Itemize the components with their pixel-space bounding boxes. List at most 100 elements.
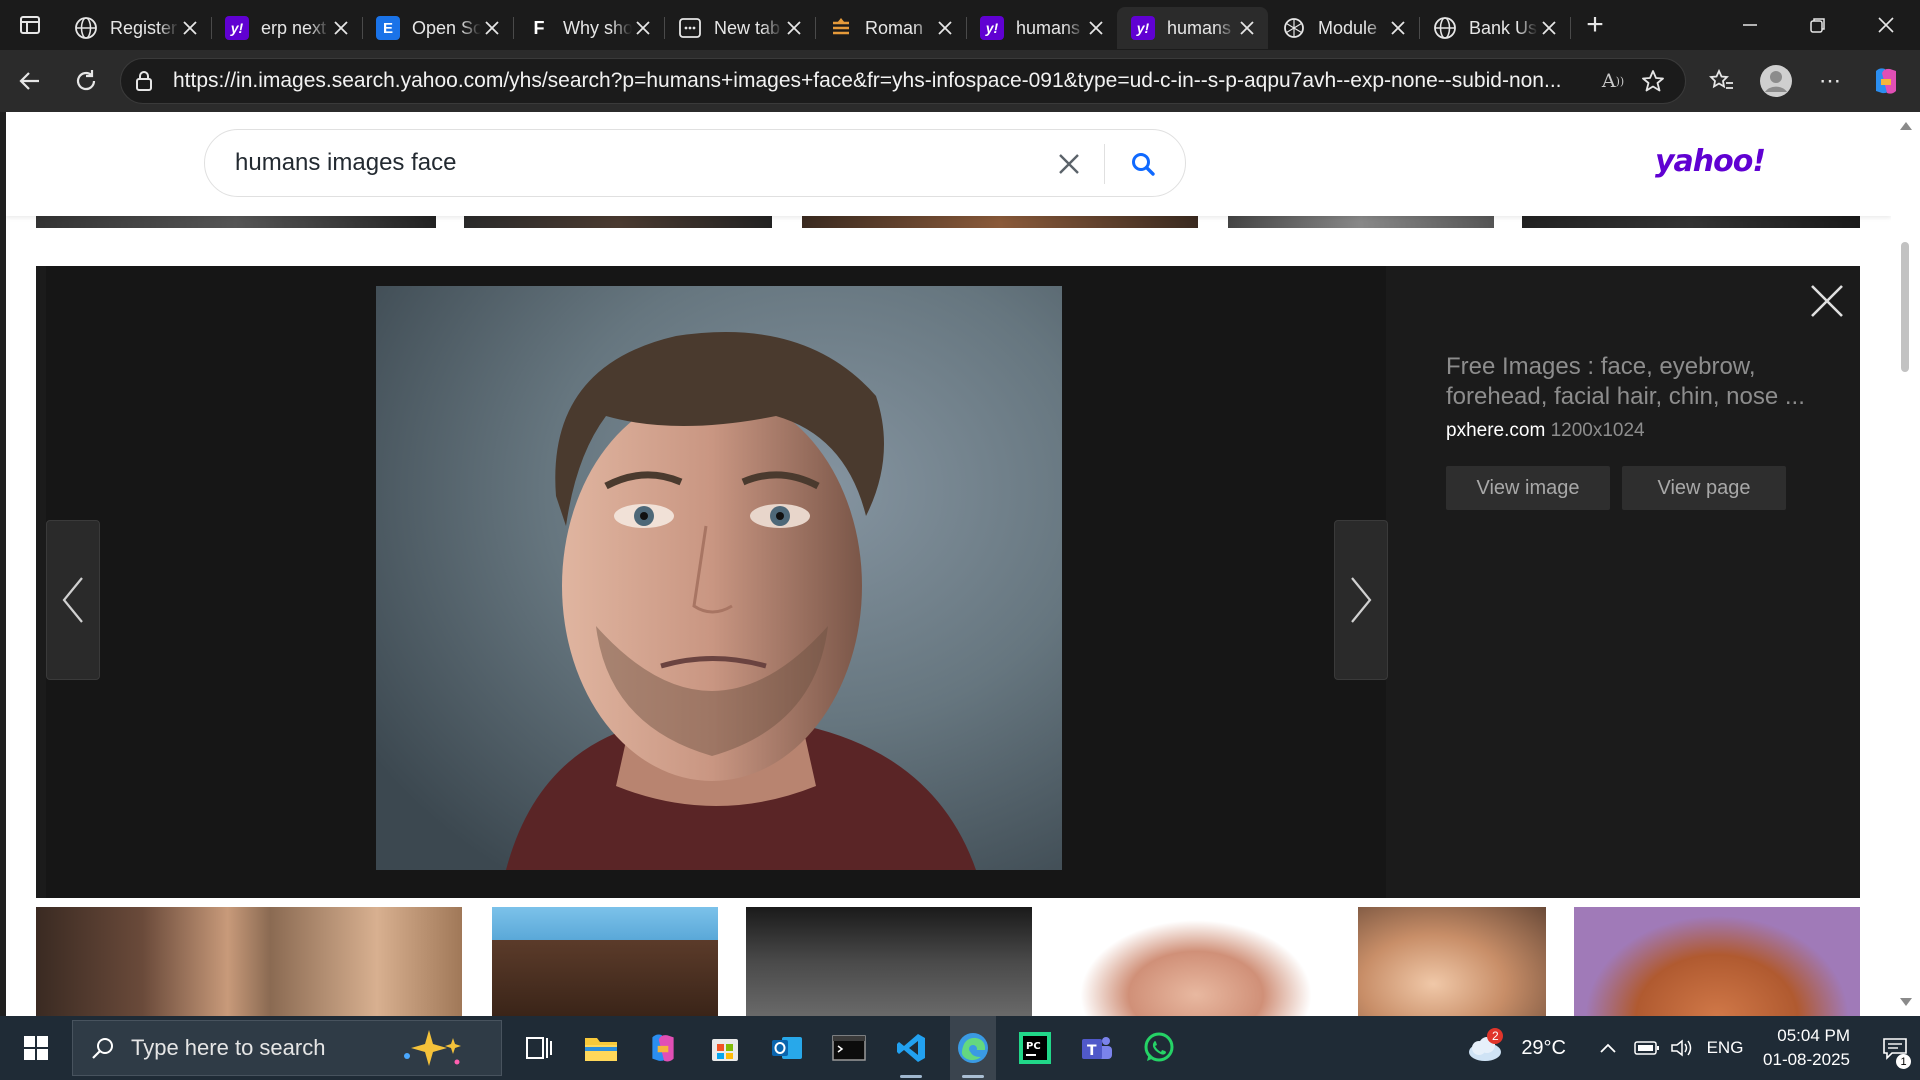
previous-image-button[interactable] — [46, 520, 100, 680]
new-tab-button[interactable]: + — [1570, 4, 1620, 46]
browser-tab[interactable]: y! erp next — [211, 7, 363, 49]
close-viewer-button[interactable] — [1808, 282, 1846, 320]
browser-tab[interactable]: New tab — [664, 7, 816, 49]
weather-widget[interactable]: 2 — [1453, 1016, 1513, 1080]
search-header: yahoo! — [6, 112, 1891, 216]
scroll-down-arrow[interactable] — [1900, 998, 1912, 1006]
search-input[interactable] — [235, 149, 1035, 177]
view-page-button[interactable]: View page — [1622, 466, 1786, 510]
outlook-button[interactable] — [756, 1016, 818, 1080]
thumbnail-top[interactable] — [36, 216, 436, 228]
file-explorer-button[interactable] — [570, 1016, 632, 1080]
close-tab-icon[interactable] — [1085, 17, 1107, 39]
language-indicator[interactable]: ENG — [1700, 1016, 1750, 1080]
close-tab-icon[interactable] — [632, 17, 654, 39]
volume-icon[interactable] — [1664, 1016, 1700, 1080]
edge-button[interactable] — [942, 1016, 1004, 1080]
close-tab-icon[interactable] — [934, 17, 956, 39]
start-button[interactable] — [0, 1016, 72, 1080]
thumbnail-image[interactable] — [1574, 907, 1860, 1016]
profile-button[interactable] — [1754, 59, 1798, 103]
scroll-up-arrow[interactable] — [1900, 122, 1912, 130]
chevron-right-icon — [1351, 577, 1372, 623]
whatsapp-button[interactable] — [1128, 1016, 1190, 1080]
thumbnail-image[interactable] — [492, 907, 718, 1016]
thumbnail-top[interactable] — [1522, 216, 1860, 228]
next-image-button[interactable] — [1334, 520, 1388, 680]
image-title[interactable]: Free Images : face, eyebrow, forehead, f… — [1446, 352, 1846, 412]
image-title-line-1: Free Images : face, eyebrow, — [1446, 353, 1756, 380]
read-aloud-icon[interactable]: A)) — [1593, 70, 1633, 92]
minimize-button[interactable] — [1716, 0, 1784, 50]
yahoo-icon: y! — [1131, 16, 1155, 40]
preview-image[interactable] — [376, 286, 1062, 870]
thumbnail-image[interactable] — [746, 907, 1032, 1016]
thumbnail-top[interactable] — [1228, 216, 1494, 228]
terminal-button[interactable] — [818, 1016, 880, 1080]
source-domain[interactable]: pxhere.com — [1446, 420, 1545, 441]
clock[interactable]: 05:04 PM 01-08-2025 — [1750, 1016, 1850, 1080]
close-tab-icon[interactable] — [481, 17, 503, 39]
refresh-button[interactable] — [64, 59, 108, 103]
thumbnail-image[interactable] — [36, 907, 462, 1016]
thumbnail-image[interactable] — [1060, 907, 1332, 1016]
address-bar[interactable]: https://in.images.search.yahoo.com/yhs/s… — [120, 58, 1686, 104]
view-image-button[interactable]: View image — [1446, 466, 1610, 510]
close-tab-icon[interactable] — [783, 17, 805, 39]
clear-search-button[interactable] — [1051, 146, 1087, 182]
task-view-button[interactable] — [508, 1016, 570, 1080]
teams-icon: T — [1082, 1037, 1112, 1059]
thumbnail-top[interactable] — [802, 216, 1198, 228]
url-text[interactable]: https://in.images.search.yahoo.com/yhs/s… — [173, 69, 1593, 93]
copilot-button[interactable] — [1864, 59, 1908, 103]
tab-actions-button[interactable] — [0, 0, 60, 50]
browser-tab[interactable]: E Open Sou — [362, 7, 514, 49]
copilot-app-button[interactable] — [632, 1016, 694, 1080]
lock-icon[interactable] — [135, 71, 155, 91]
vscode-button[interactable] — [880, 1016, 942, 1080]
show-hidden-icons-button[interactable] — [1586, 1016, 1630, 1080]
browser-tab[interactable]: y! humans — [966, 7, 1117, 49]
close-icon — [1811, 285, 1843, 317]
yahoo-icon: y! — [980, 16, 1004, 40]
notification-center-button[interactable]: 1 — [1870, 1016, 1920, 1080]
pycharm-button[interactable]: PC — [1004, 1016, 1066, 1080]
battery-icon[interactable] — [1630, 1016, 1664, 1080]
taskbar-search-input[interactable] — [131, 1035, 391, 1061]
back-button[interactable] — [8, 59, 52, 103]
tab-actions-icon — [20, 16, 40, 34]
browser-tab[interactable]: F Why sho — [513, 7, 665, 49]
image-viewer: Free Images : face, eyebrow, forehead, f… — [36, 266, 1860, 898]
globe-icon — [74, 16, 98, 40]
close-tab-icon[interactable] — [1538, 17, 1560, 39]
taskbar-search-box[interactable] — [72, 1020, 502, 1076]
favorites-button[interactable] — [1700, 59, 1744, 103]
search-submit-button[interactable] — [1125, 146, 1161, 182]
whatsapp-icon — [1144, 1032, 1174, 1062]
browser-tab[interactable]: y! humans — [1117, 7, 1268, 49]
page-scrollbar[interactable] — [1891, 112, 1920, 1016]
browser-tab[interactable]: Roman — [815, 7, 967, 49]
web-page: yahoo! — [6, 112, 1891, 1016]
yahoo-logo[interactable]: yahoo! — [1655, 144, 1766, 179]
settings-more-button[interactable]: ⋯ — [1808, 59, 1852, 103]
close-tab-icon[interactable] — [1387, 17, 1409, 39]
thumbnail-image[interactable] — [1358, 907, 1546, 1016]
favorite-star-icon[interactable] — [1633, 69, 1673, 93]
windows-logo-icon — [24, 1036, 48, 1060]
browser-tab[interactable]: Register — [60, 7, 212, 49]
close-tab-icon[interactable] — [330, 17, 352, 39]
browser-tab[interactable]: Bank Us — [1419, 7, 1571, 49]
close-tab-icon[interactable] — [1236, 17, 1258, 39]
close-window-button[interactable] — [1852, 0, 1920, 50]
tab-strip: Register y! erp next E Open Sou F Why sho New t… — [0, 0, 1920, 50]
restore-button[interactable] — [1784, 0, 1852, 50]
thumbnail-top[interactable] — [464, 216, 772, 228]
temperature[interactable]: 29°C — [1521, 1016, 1566, 1080]
teams-button[interactable]: T — [1066, 1016, 1128, 1080]
microsoft-store-button[interactable] — [694, 1016, 756, 1080]
close-tab-icon[interactable] — [179, 17, 201, 39]
browser-tab[interactable]: Module — [1268, 7, 1420, 49]
back-arrow-icon — [19, 72, 39, 90]
scrollbar-thumb[interactable] — [1901, 242, 1909, 372]
